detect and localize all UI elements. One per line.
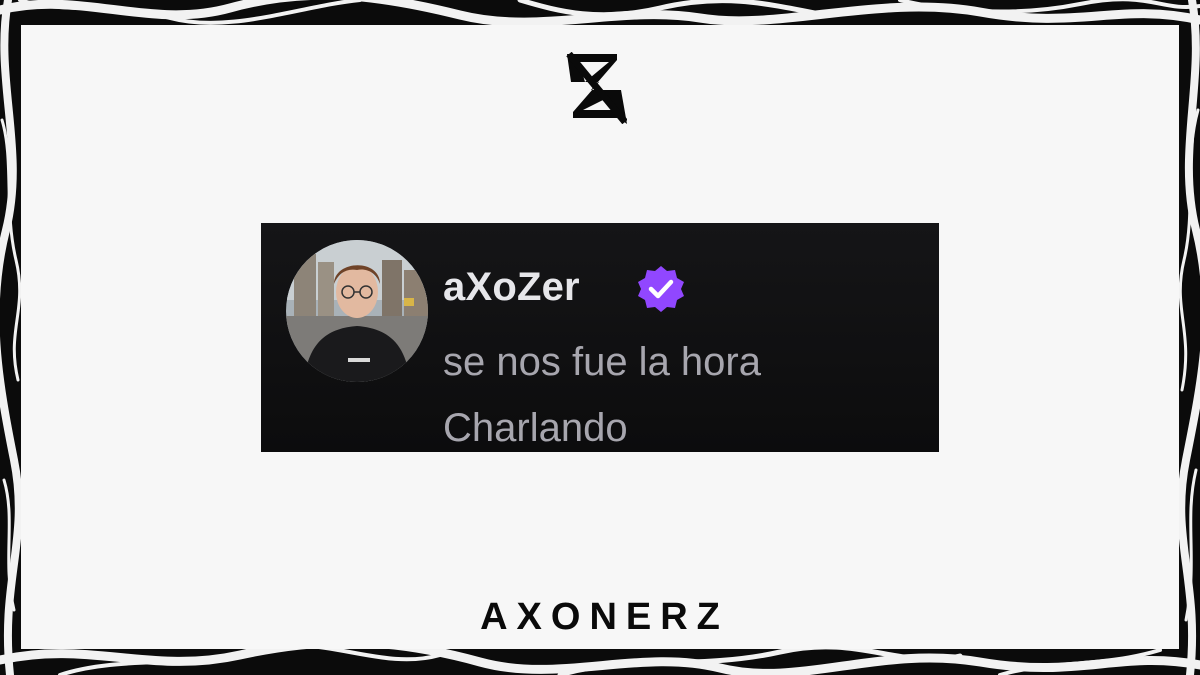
user-avatar-photo	[286, 240, 428, 382]
message-text-line-2: Charlando	[443, 406, 628, 450]
username: aXoZer	[443, 265, 580, 309]
axonerz-logo-icon	[566, 52, 627, 124]
verified-badge-icon	[638, 266, 684, 312]
post-graphic: aXoZer se nos fue la hora Charlando AXON…	[0, 0, 1200, 675]
brand-name: AXONERZ	[480, 596, 729, 638]
message-text-line-1: se nos fue la hora	[443, 340, 761, 384]
